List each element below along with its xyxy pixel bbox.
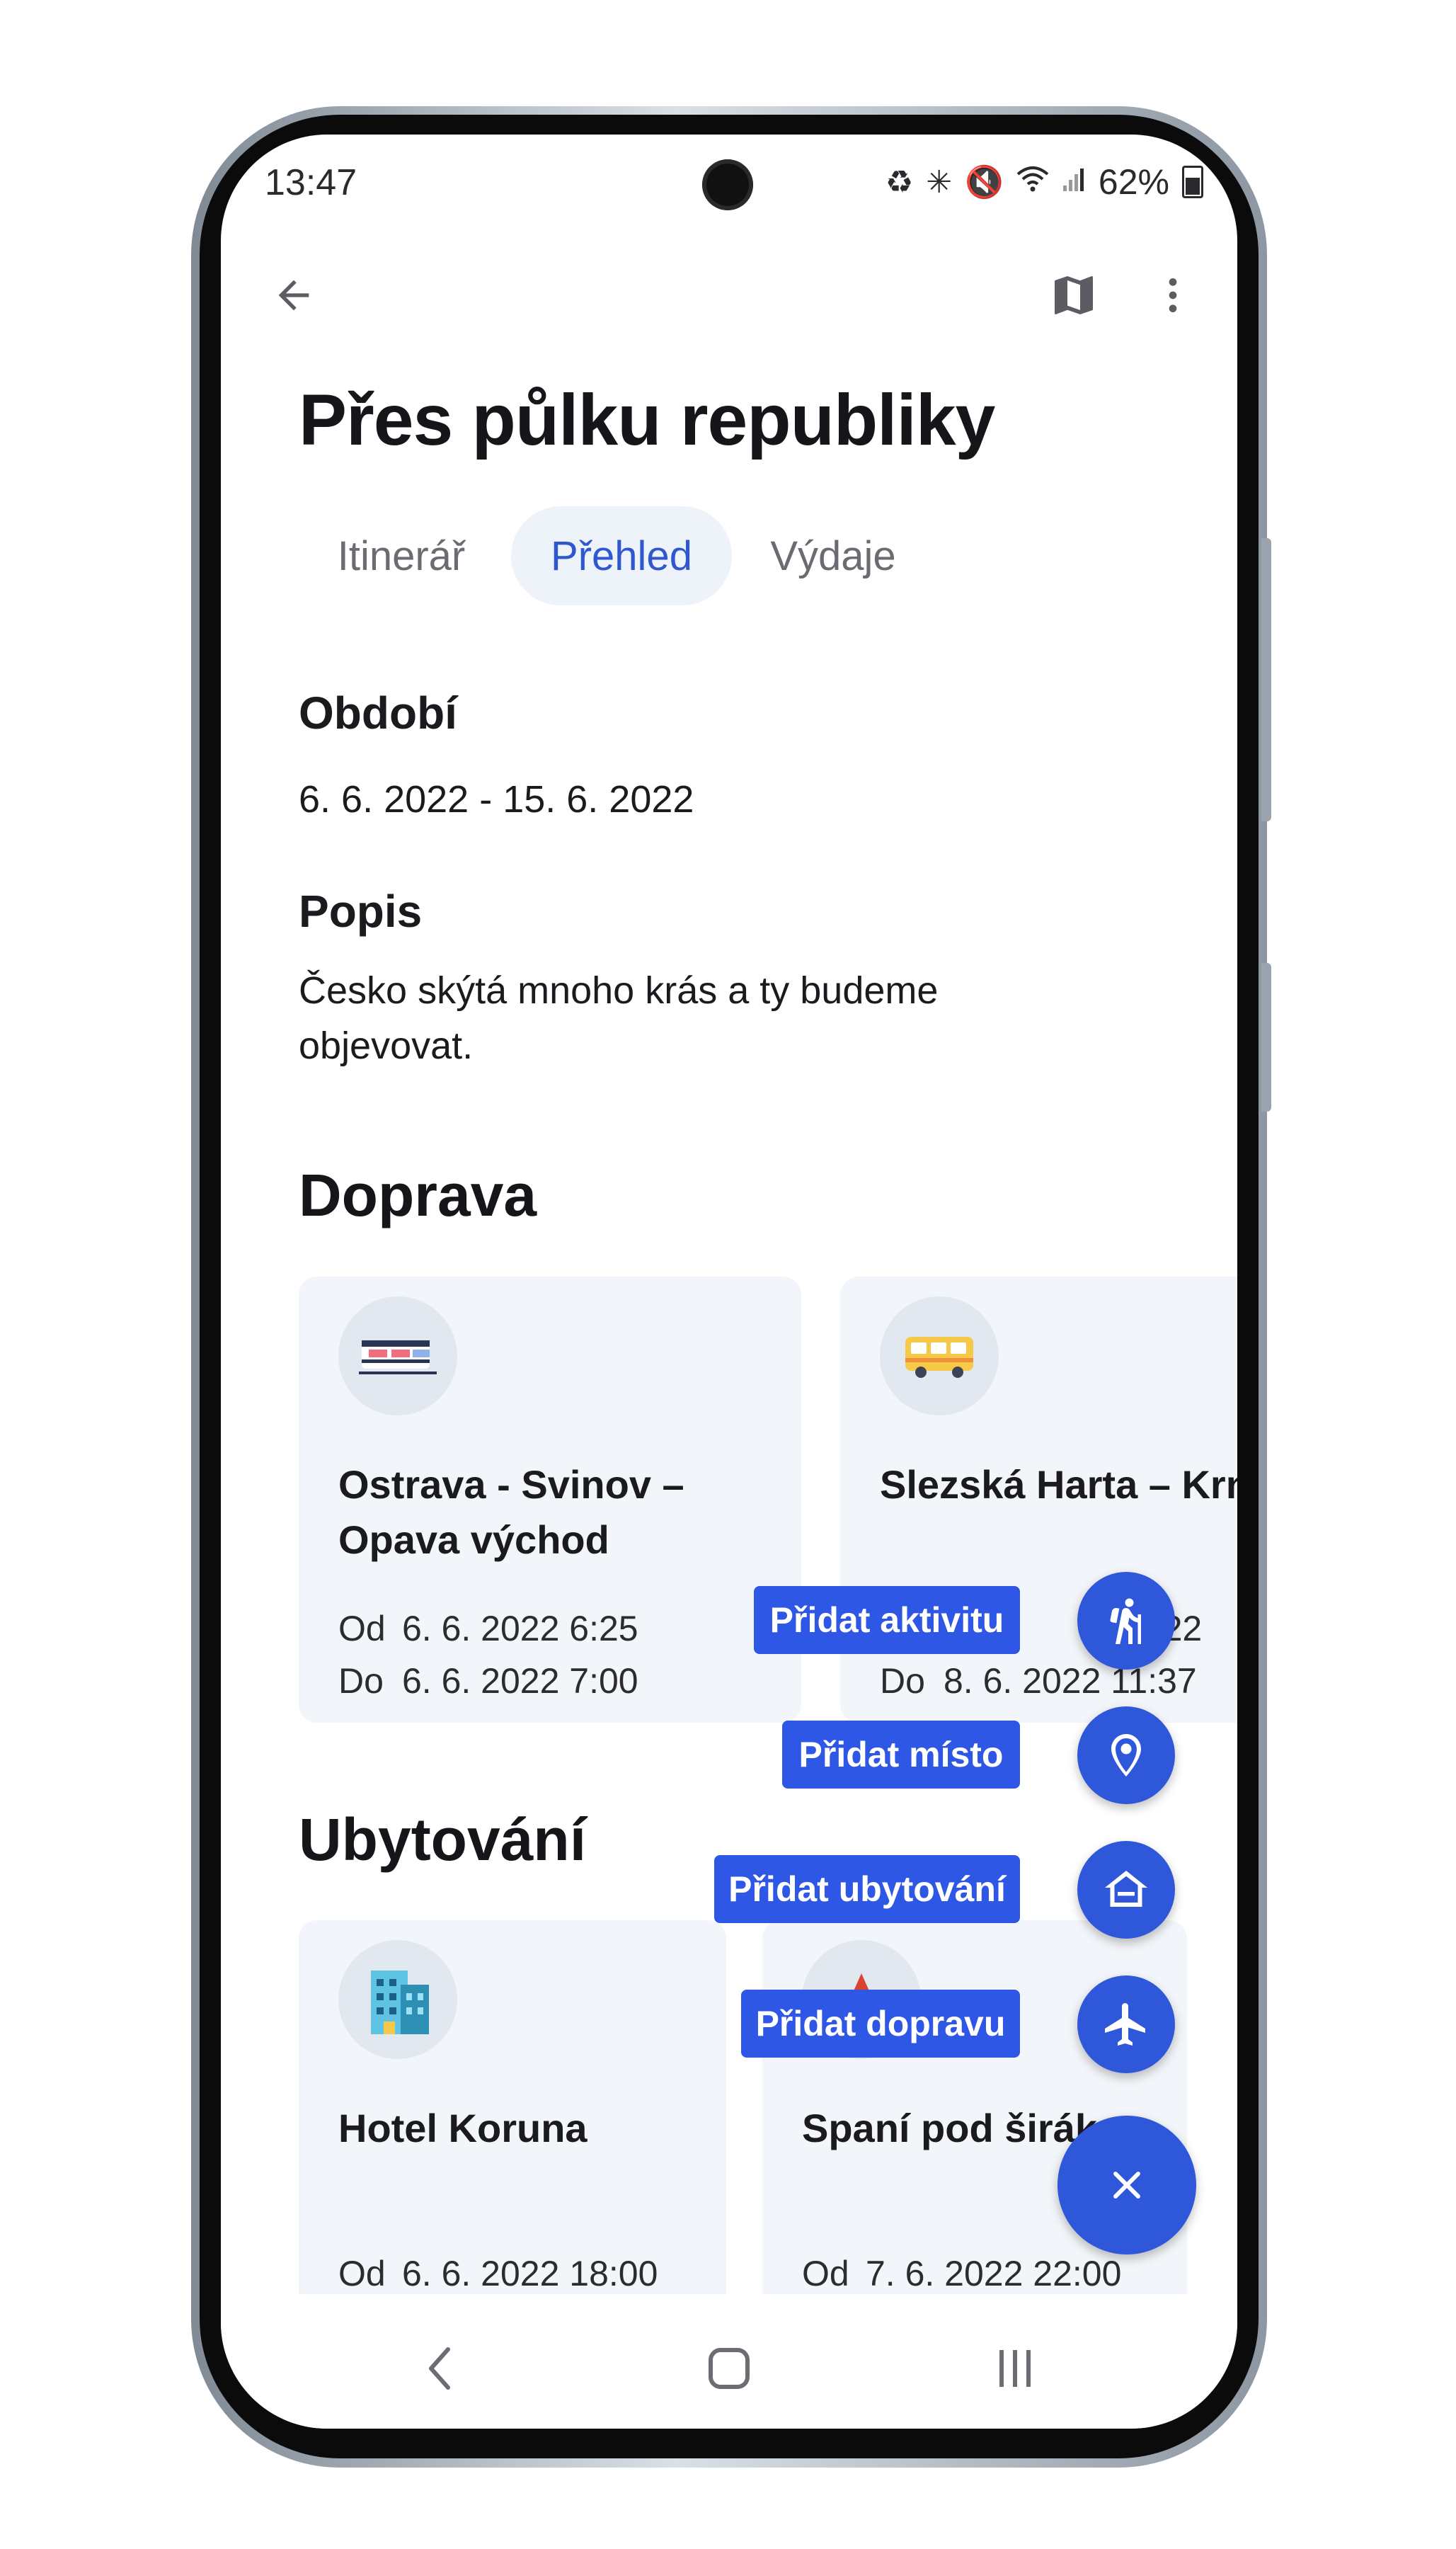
accommodation-heading: Ubytování: [299, 1806, 587, 1873]
more-vert-icon: [1169, 278, 1177, 312]
battery-saver-icon: ♻: [885, 164, 914, 200]
description-label: Popis: [299, 886, 423, 937]
nav-recents-button[interactable]: [980, 2333, 1050, 2404]
transport-card[interactable]: Ostrava - Svinov – Opava východ Od 6. 6. …: [299, 1277, 801, 1723]
arrow-left-icon: [278, 280, 309, 311]
add-transport-label[interactable]: Přidat dopravu: [741, 1990, 1020, 2058]
airplane-icon: [1105, 2003, 1145, 2046]
add-accommodation-button[interactable]: [1077, 1841, 1175, 1939]
volume-button: [1261, 538, 1271, 821]
battery-icon: [1182, 166, 1203, 198]
wifi-icon: [1016, 164, 1049, 200]
add-accommodation-label[interactable]: Přidat ubytování: [714, 1855, 1020, 1923]
add-activity-label[interactable]: Přidat aktivitu: [754, 1586, 1020, 1654]
add-place-button[interactable]: [1077, 1706, 1175, 1804]
bus-icon: [880, 1296, 999, 1415]
from-value: 7. 6. 2022 22:00: [866, 2254, 1122, 2293]
period-label: Období: [299, 688, 457, 739]
system-nav-bar: [221, 2294, 1237, 2429]
to-value: 6. 6. 2022 7:00: [402, 1661, 638, 1701]
hiking-icon: [1110, 1598, 1141, 1644]
hotel-icon: [338, 1940, 457, 2059]
battery-percent: 62%: [1098, 162, 1169, 202]
location-pin-icon: [1111, 1734, 1141, 1777]
transport-to: Do 8. 6. 2022 11:37: [880, 1660, 1197, 1701]
status-icons: ♻ ✳ 🔇 62%: [885, 161, 1203, 203]
tab-itinerary[interactable]: Itinerář: [313, 506, 490, 605]
bluetooth-icon: ✳: [926, 164, 953, 200]
close-icon: [1113, 2172, 1140, 2199]
page-title: Přes půlku republiky: [299, 380, 995, 460]
accommodation-card[interactable]: Hotel Koruna Od 6. 6. 2022 18:00: [299, 1920, 726, 2317]
to-label: Do: [338, 1661, 384, 1701]
nav-back-button[interactable]: [405, 2333, 476, 2404]
transport-heading: Doprava: [299, 1162, 537, 1228]
more-options-button[interactable]: [1141, 263, 1205, 327]
to-value: 8. 6. 2022 11:37: [944, 1661, 1197, 1701]
front-camera: [702, 159, 753, 210]
from-label: Od: [802, 2254, 849, 2293]
description-value: Česko skýtá mnoho krás a ty budeme objev…: [299, 969, 939, 1067]
period-value: 6. 6. 2022 - 15. 6. 2022: [299, 778, 694, 821]
to-label: Do: [880, 1661, 925, 1701]
tab-overview[interactable]: Přehled: [511, 506, 732, 605]
from-value: 6. 6. 2022 18:00: [402, 2254, 658, 2293]
transport-to: Do 6. 6. 2022 7:00: [338, 1660, 638, 1701]
accommodation-from: Od 6. 6. 2022 18:00: [338, 2253, 658, 2294]
back-button[interactable]: [262, 263, 326, 327]
power-button: [1261, 963, 1271, 1112]
map-icon: [1055, 276, 1093, 314]
transport-title: Ostrava - Svinov – Opava východ: [338, 1462, 684, 1562]
close-speed-dial-button[interactable]: [1057, 2116, 1196, 2254]
from-label: Od: [338, 1609, 386, 1648]
transport-title: Slezská Harta – Krno: [880, 1462, 1237, 1507]
mute-icon: 🔇: [965, 165, 1004, 200]
add-transport-button[interactable]: [1077, 1975, 1175, 2073]
transport-from: Od 6. 6. 2022 6:25: [338, 1608, 638, 1649]
map-button[interactable]: [1042, 263, 1106, 327]
from-value: 6. 6. 2022 6:25: [402, 1609, 638, 1648]
nav-recents-icon: [999, 2350, 1031, 2387]
add-place-label[interactable]: Přidat místo: [782, 1721, 1020, 1789]
status-time: 13:47: [265, 162, 357, 203]
add-activity-button[interactable]: [1077, 1572, 1175, 1670]
signal-icon: [1062, 164, 1086, 200]
house-icon: [1105, 1871, 1147, 1907]
nav-back-icon: [429, 2347, 450, 2390]
tab-expenses[interactable]: Výdaje: [752, 506, 915, 605]
app-screen: 13:47 ♻ ✳ 🔇 62% Přes půlku republiky Iti…: [221, 135, 1237, 2429]
nav-home-icon: [709, 2348, 750, 2389]
nav-home-button[interactable]: [694, 2333, 764, 2404]
accommodation-from: Od 7. 6. 2022 22:00: [802, 2253, 1121, 2294]
from-label: Od: [338, 2254, 386, 2293]
accommodation-title: Hotel Koruna: [338, 2106, 587, 2150]
train-icon: [338, 1296, 457, 1415]
transport-card[interactable]: Slezská Harta – Krno 2022 Do8. 6. 2022 1…: [840, 1277, 1237, 1723]
